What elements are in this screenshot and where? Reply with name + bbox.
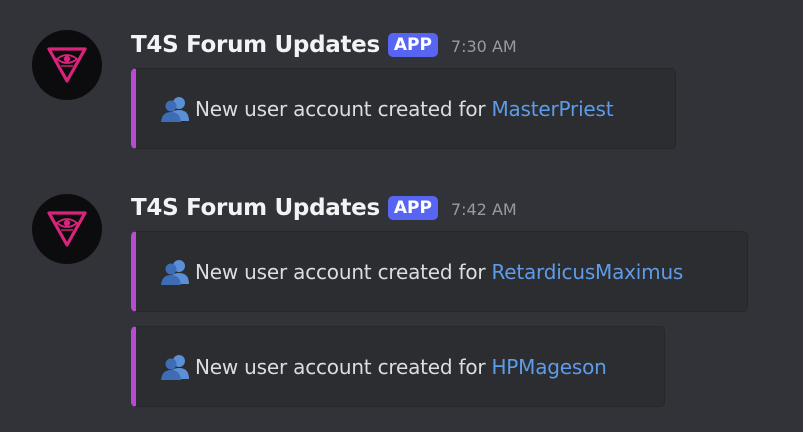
embed-description: New user account created for HPMageson (160, 353, 607, 381)
app-badge: APP (387, 33, 438, 57)
embed-description: New user account created for MasterPries… (160, 95, 614, 123)
chat-channel: T4S Forum Updates APP 7:30 AM New user a… (0, 0, 803, 432)
avatar[interactable] (32, 30, 102, 100)
user-profile-link[interactable]: MasterPriest (491, 97, 613, 121)
timestamp[interactable]: 7:42 AM (451, 200, 517, 219)
embed-text: New user account created for (195, 354, 486, 379)
embed-text: New user account created for (195, 96, 486, 121)
message-header: T4S Forum Updates APP 7:42 AM (131, 195, 517, 222)
author-name[interactable]: T4S Forum Updates (131, 32, 380, 58)
timestamp[interactable]: 7:30 AM (451, 37, 517, 56)
triangle-eye-logo-icon (47, 211, 87, 247)
users-icon (161, 96, 189, 122)
app-badge: APP (387, 196, 438, 220)
avatar[interactable] (32, 194, 102, 264)
message-header: T4S Forum Updates APP 7:30 AM (131, 32, 517, 59)
user-profile-link[interactable]: RetardicusMaximus (491, 260, 683, 284)
embed: New user account created for HPMageson (131, 326, 665, 407)
user-profile-link[interactable]: HPMageson (491, 355, 606, 379)
embed: New user account created for RetardicusM… (131, 231, 748, 312)
embed-description: New user account created for RetardicusM… (160, 258, 683, 286)
author-name[interactable]: T4S Forum Updates (131, 195, 380, 221)
embed: New user account created for MasterPries… (131, 68, 676, 149)
users-icon (161, 354, 189, 380)
users-icon (161, 259, 189, 285)
triangle-eye-logo-icon (47, 47, 87, 83)
embed-text: New user account created for (195, 259, 486, 284)
